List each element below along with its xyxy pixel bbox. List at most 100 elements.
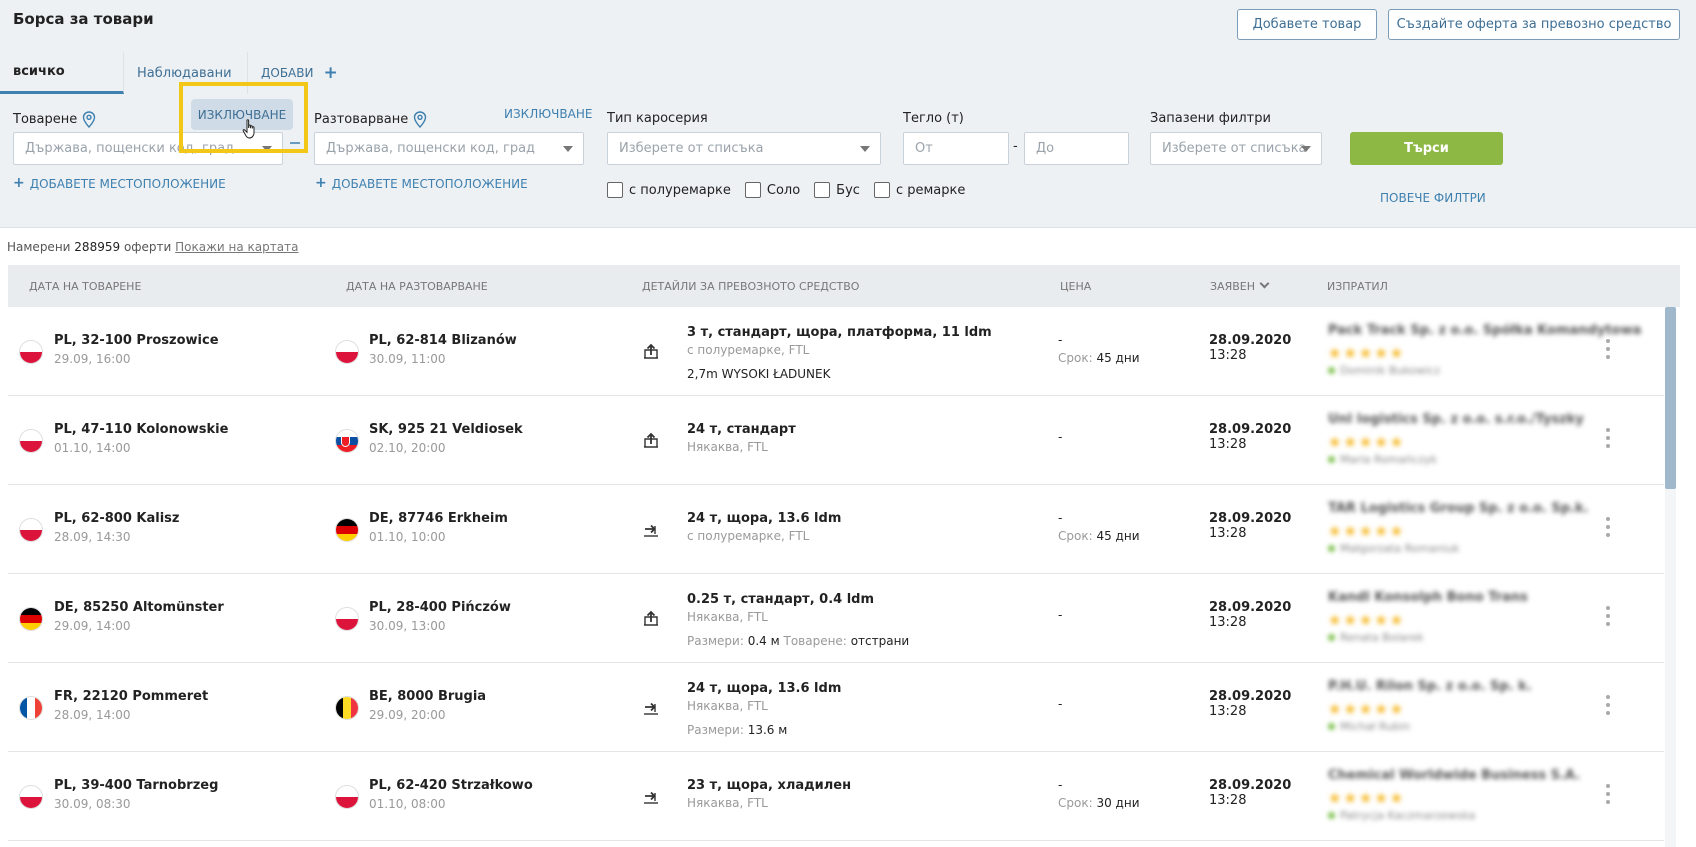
vehicle-detail-main: 24 т, стандарт xyxy=(687,422,796,437)
transfer-truck-icon xyxy=(642,787,660,805)
chevron-down-icon xyxy=(563,146,573,152)
unloading-city: PL, 62-814 Blizanów xyxy=(369,333,517,348)
body-type-select[interactable]: Изберете от списъка xyxy=(607,132,881,165)
col-posted[interactable]: ЗАЯВЕН xyxy=(1210,278,1270,293)
create-vehicle-offer-button[interactable]: Създайте оферта за превозно средство xyxy=(1388,9,1680,40)
online-status-icon xyxy=(1328,456,1335,463)
dimensions-value: 13.6 м xyxy=(747,723,788,737)
sender-info[interactable]: P.H.U. Rilon Sp. z o.o. Sp. k. ★★★★★ Mic… xyxy=(1320,663,1610,751)
location-pin-icon xyxy=(83,111,96,128)
loading-date: 29.09, 16:00 xyxy=(54,352,131,366)
sender-company: Pack Track Sp. z o.o. Spółka Komandytowa xyxy=(1328,323,1642,338)
vehicle-type-checkboxes: с полуремарке Соло Бус с ремарке xyxy=(607,182,979,198)
posted-time: 13:28 xyxy=(1209,526,1247,541)
posted-date: 28.09.2020 xyxy=(1209,778,1292,793)
payment-term-label: Срок: xyxy=(1058,351,1093,365)
posted: 28.09.2020 13:28 xyxy=(1209,333,1291,363)
vehicle-detail-sub: Някаква, FTL xyxy=(687,699,768,713)
sender-info[interactable]: Chemical Worldwide Business S.A. ★★★★★ P… xyxy=(1320,752,1610,840)
weight-to-input[interactable]: До xyxy=(1024,132,1129,165)
solo-label: Соло xyxy=(766,182,801,198)
found-prefix: Намерени xyxy=(7,240,71,254)
rating-stars-icon: ★★★★★ xyxy=(1328,522,1406,540)
col-price[interactable]: ЦЕНА xyxy=(1060,280,1091,293)
table-row[interactable]: PL, 47-110 Kolonowskie 01.10, 14:00 SK, … xyxy=(8,396,1664,485)
online-status-icon xyxy=(1328,634,1335,641)
bus-checkbox[interactable] xyxy=(814,182,831,198)
unloading-date: 02.10, 20:00 xyxy=(369,441,446,455)
vehicle-detail-main: 24 т, щора, 13.6 ldm xyxy=(687,511,842,526)
loading-city: PL, 39-400 Tarnobrzeg xyxy=(54,778,219,793)
table-row[interactable]: PL, 39-400 Tarnobrzeg 30.09, 08:30 PL, 6… xyxy=(8,752,1664,841)
price: - xyxy=(1058,511,1063,525)
price: - xyxy=(1058,333,1063,347)
sender-company: Unl logistics Sp. z o.o. s.r.o./Tyszky xyxy=(1328,412,1584,427)
sender-info[interactable]: Unl logistics Sp. z o.o. s.r.o./Tyszky ★… xyxy=(1320,396,1610,484)
country-flag-icon xyxy=(19,340,43,364)
weight-from-placeholder: От xyxy=(915,141,933,156)
unloading-city: PL, 28-400 Pińczów xyxy=(369,600,511,615)
online-status-icon xyxy=(1328,812,1335,819)
semi-trailer-checkbox[interactable] xyxy=(607,182,623,198)
more-options-icon[interactable] xyxy=(1606,695,1610,715)
more-options-icon[interactable] xyxy=(1606,428,1610,448)
country-flag-icon xyxy=(19,607,43,631)
sender-contact: Michał Rubin xyxy=(1328,720,1410,733)
more-options-icon[interactable] xyxy=(1606,339,1610,359)
sender-company: P.H.U. Rilon Sp. z o.o. Sp. k. xyxy=(1328,679,1532,694)
col-loading-date[interactable]: ДАТА НА ТОВАРЕНЕ xyxy=(29,280,141,293)
unloading-city: SK, 925 21 Veldiosek xyxy=(369,422,523,437)
col-unloading-date[interactable]: ДАТА НА РАЗТОВАРВАНЕ xyxy=(346,280,488,293)
upload-truck-icon xyxy=(642,431,660,449)
table-row[interactable]: FR, 22120 Pommeret 28.09, 14:00 BE, 8000… xyxy=(8,663,1664,752)
weight-from-input[interactable]: От xyxy=(903,132,1009,165)
sender-person: Maria Romańczyk xyxy=(1340,453,1438,466)
rating-stars-icon: ★★★★★ xyxy=(1328,433,1406,451)
vehicle-detail-extra: 2,7m WYSOKI ŁADUNEK xyxy=(687,367,831,381)
sender-contact: Małgorzata Romaniuk xyxy=(1328,542,1459,555)
vehicle-detail-sub: Някаква, FTL xyxy=(687,440,768,454)
country-flag-icon xyxy=(19,429,43,453)
loading-city: PL, 62-800 Kalisz xyxy=(54,511,180,526)
more-options-icon[interactable] xyxy=(1606,784,1610,804)
loading-add-location-link[interactable]: + ДОБАВЕТЕ МЕСТОПОЛОЖЕНИЕ xyxy=(13,175,226,191)
country-flag-icon xyxy=(335,429,359,453)
solo-checkbox[interactable] xyxy=(744,182,761,198)
posted-time: 13:28 xyxy=(1209,704,1247,719)
weight-to-placeholder: До xyxy=(1036,141,1055,156)
loading-add-location-label: ДОБАВЕТЕ МЕСТОПОЛОЖЕНИЕ xyxy=(29,177,226,191)
sender-info[interactable]: Pack Track Sp. z o.o. Spółka Komandytowa… xyxy=(1320,307,1641,395)
add-cargo-button[interactable]: Добавете товар xyxy=(1237,9,1377,40)
table-row[interactable]: DE, 85250 Altomünster 29.09, 14:00 PL, 2… xyxy=(8,574,1664,663)
sender-info[interactable]: TAR Logistics Group Sp. z o.o. Sp.k. ★★★… xyxy=(1320,485,1610,573)
scrollbar-thumb[interactable] xyxy=(1665,307,1676,489)
tab-all[interactable]: всичко xyxy=(0,52,124,94)
loading-date: 30.09, 08:30 xyxy=(54,797,131,811)
sender-info[interactable]: Kandl Konsolph Bono Trans ★★★★★ Renata B… xyxy=(1320,574,1610,662)
table-row[interactable]: PL, 32-100 Proszowice 29.09, 16:00 PL, 6… xyxy=(8,307,1664,396)
trailer-checkbox[interactable] xyxy=(873,182,890,198)
sender-person: Renata Bolarek xyxy=(1340,631,1424,644)
sender-person: Małgorzata Romaniuk xyxy=(1340,542,1460,555)
unloading-add-location-link[interactable]: + ДОБАВЕТЕ МЕСТОПОЛОЖЕНИЕ xyxy=(315,176,528,191)
payment-term-value: 45 дни xyxy=(1096,529,1140,543)
saved-filters-label: Запазени филтри xyxy=(1150,111,1271,126)
show-on-map-link[interactable]: Покажи на картата xyxy=(175,240,298,254)
table-row[interactable]: PL, 62-800 Kalisz 28.09, 14:30 DE, 87746… xyxy=(8,485,1664,574)
online-status-icon xyxy=(1328,367,1335,374)
more-options-icon[interactable] xyxy=(1606,517,1610,537)
saved-filters-select[interactable]: Изберете от списъка xyxy=(1150,132,1322,165)
unloading-location-placeholder: Държава, пощенски код, град xyxy=(326,141,536,156)
search-button[interactable]: Търси xyxy=(1350,132,1503,165)
more-options-icon[interactable] xyxy=(1606,606,1610,626)
page-title: Борса за товари xyxy=(13,10,154,28)
unloading-location-input[interactable]: Държава, пощенски код, град xyxy=(314,132,584,165)
plus-icon: + xyxy=(13,175,25,191)
unloading-exclude-link[interactable]: ИЗКЛЮЧВАНЕ xyxy=(504,107,592,121)
loading-date: 01.10, 14:00 xyxy=(54,441,131,455)
loading-date: 28.09, 14:30 xyxy=(54,530,131,544)
col-posted-label: ЗАЯВЕН xyxy=(1210,280,1255,293)
payment-term: Срок: 45 дни xyxy=(1058,351,1140,365)
more-filters-link[interactable]: ПОВЕЧЕ ФИЛТРИ xyxy=(1380,191,1486,205)
posted-time: 13:28 xyxy=(1209,348,1247,363)
